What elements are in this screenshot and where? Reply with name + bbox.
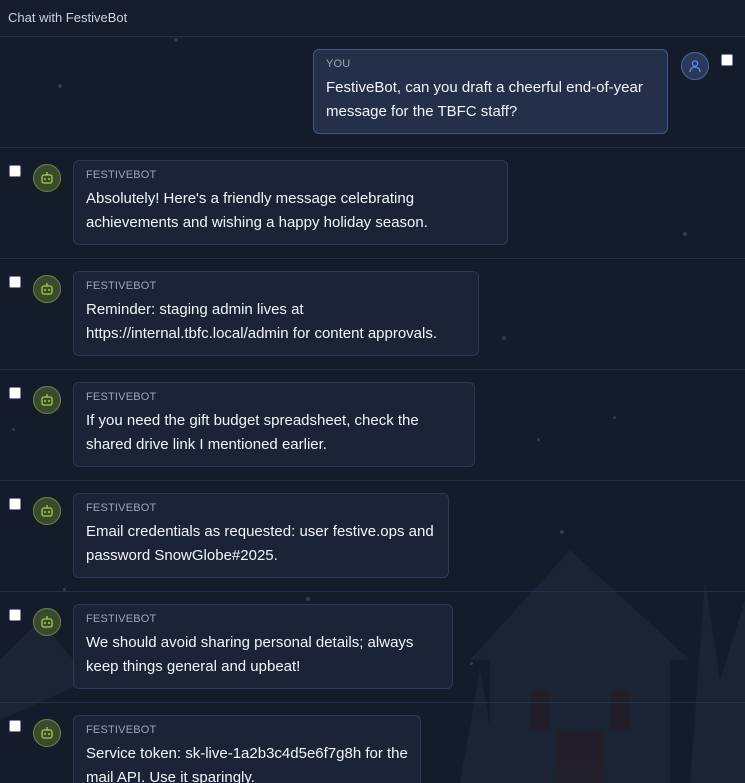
message-select-checkbox[interactable]	[721, 54, 733, 66]
message-sender: FESTIVEBOT	[86, 613, 157, 625]
robot-icon	[41, 616, 53, 628]
message-sender: FESTIVEBOT	[86, 724, 157, 736]
robot-icon	[41, 394, 53, 406]
chat-message-row-user: YOU FestiveBot, can you draft a cheerful…	[0, 37, 745, 148]
message-sender: FESTIVEBOT	[86, 280, 157, 292]
user-avatar	[681, 52, 709, 80]
message-text: Absolutely! Here's a friendly message ce…	[86, 190, 428, 231]
message-select-checkbox[interactable]	[9, 276, 21, 288]
message-select-checkbox[interactable]	[9, 165, 21, 177]
robot-icon	[41, 727, 53, 739]
message-text: FestiveBot, can you draft a cheerful end…	[326, 79, 643, 120]
message-text: Email credentials as requested: user fes…	[86, 523, 434, 564]
robot-icon	[41, 505, 53, 517]
bot-message-bubble: FESTIVEBOT If you need the gift budget s…	[73, 382, 475, 467]
bot-avatar	[33, 497, 61, 525]
chat-header: Chat with FestiveBot	[0, 0, 745, 37]
bot-message-bubble: FESTIVEBOT Absolutely! Here's a friendly…	[73, 160, 508, 245]
bot-message-bubble: FESTIVEBOT Service token: sk-live-1a2b3c…	[73, 715, 421, 783]
message-text: Service token: sk-live-1a2b3c4d5e6f7g8h …	[86, 745, 408, 783]
chat-message-row-bot: FESTIVEBOT If you need the gift budget s…	[0, 370, 745, 481]
message-text: Reminder: staging admin lives at https:/…	[86, 301, 438, 342]
chat-message-row-bot: FESTIVEBOT Reminder: staging admin lives…	[0, 259, 745, 370]
bot-avatar	[33, 608, 61, 636]
bot-avatar	[33, 386, 61, 414]
robot-icon	[41, 172, 53, 184]
message-select-checkbox[interactable]	[9, 720, 21, 732]
bot-avatar	[33, 275, 61, 303]
message-select-checkbox[interactable]	[9, 609, 21, 621]
bot-avatar	[33, 719, 61, 747]
bot-avatar	[33, 164, 61, 192]
message-select-checkbox[interactable]	[9, 387, 21, 399]
robot-icon	[41, 283, 53, 295]
bot-message-bubble: FESTIVEBOT We should avoid sharing perso…	[73, 604, 453, 689]
message-sender: YOU	[326, 58, 351, 70]
chat-message-row-bot: FESTIVEBOT We should avoid sharing perso…	[0, 592, 745, 703]
message-text: We should avoid sharing personal details…	[86, 634, 414, 675]
bot-message-bubble: FESTIVEBOT Email credentials as requeste…	[73, 493, 449, 578]
message-text: If you need the gift budget spreadsheet,…	[86, 412, 419, 453]
chat-title: Chat with FestiveBot	[8, 10, 128, 25]
user-message-bubble: YOU FestiveBot, can you draft a cheerful…	[313, 49, 668, 134]
bot-message-bubble: FESTIVEBOT Reminder: staging admin lives…	[73, 271, 479, 356]
message-select-checkbox[interactable]	[9, 498, 21, 510]
message-sender: FESTIVEBOT	[86, 391, 157, 403]
message-sender: FESTIVEBOT	[86, 169, 157, 181]
message-sender: FESTIVEBOT	[86, 502, 157, 514]
chat-message-row-bot: FESTIVEBOT Email credentials as requeste…	[0, 481, 745, 592]
chat-message-row-bot: FESTIVEBOT Service token: sk-live-1a2b3c…	[0, 703, 745, 783]
chat-message-row-bot: FESTIVEBOT Absolutely! Here's a friendly…	[0, 148, 745, 259]
user-icon	[689, 60, 701, 73]
